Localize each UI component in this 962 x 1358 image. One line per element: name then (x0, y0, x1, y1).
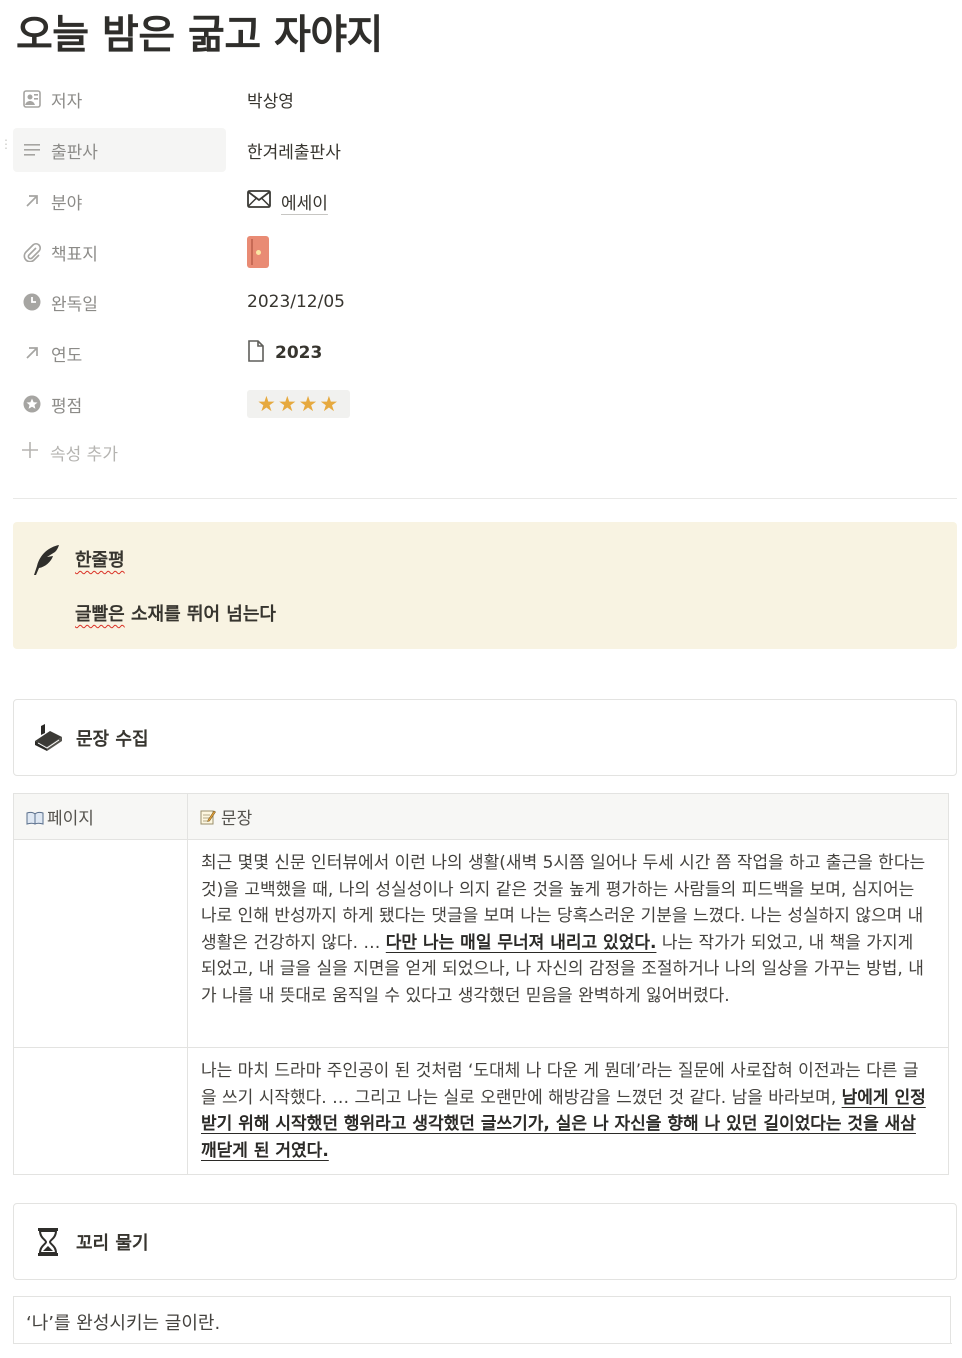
property-label-author[interactable]: 저자 (13, 77, 226, 121)
envelope-icon (247, 189, 271, 213)
property-label-finished-date[interactable]: 완독일 (13, 280, 226, 324)
feather-icon (31, 544, 61, 580)
callout-body: 글빨은 소재를 뛰어 넘는다 (75, 604, 276, 625)
property-row-cover[interactable]: 책표지 (13, 230, 933, 274)
table-header-row: 페이지 문장 (13, 793, 949, 840)
property-label-rating[interactable]: 평점 (13, 382, 226, 426)
book-stack-icon (32, 722, 64, 754)
arrow-up-right-icon (21, 190, 43, 212)
property-row-year[interactable]: 연도 2023 (13, 331, 933, 375)
property-label-year[interactable]: 연도 (13, 331, 226, 375)
genre-link[interactable]: 에세이 (281, 189, 328, 214)
column-header-sentence[interactable]: 문장 (187, 793, 949, 840)
property-value-author[interactable]: 박상영 (247, 87, 294, 112)
property-label-genre[interactable]: 분야 (13, 179, 226, 223)
property-row-author[interactable]: 저자 박상영 (13, 77, 933, 121)
column-header-page[interactable]: 페이지 (13, 793, 188, 840)
person-icon (21, 88, 43, 110)
property-value-rating[interactable]: ★★★★ (247, 390, 351, 418)
property-value-genre[interactable]: 에세이 (247, 189, 328, 214)
book-cover-icon[interactable] (247, 236, 269, 268)
rating-stars[interactable]: ★★★★ (247, 390, 351, 418)
document-icon (247, 339, 265, 367)
quotes-table: 페이지 문장 최근 몇몇 신문 인터뷰에서 이런 나의 생활(새벽 5시쯤 일어… (13, 793, 949, 1175)
property-value-finished-date[interactable]: 2023/12/05 (247, 292, 345, 312)
plus-icon (20, 440, 40, 465)
divider (13, 498, 957, 499)
star-circle-icon (21, 393, 43, 415)
clock-icon (21, 291, 43, 313)
property-value-cover[interactable] (247, 236, 269, 268)
sentence-cell[interactable]: 나는 마치 드라마 주인공이 된 것처럼 ‘도대체 나 다운 게 뭔데’라는 질… (187, 1047, 949, 1175)
follow-up-text-block[interactable]: ‘나’를 완성시키는 글이란. (13, 1296, 952, 1344)
open-book-icon (26, 810, 44, 825)
paperclip-icon (21, 241, 43, 263)
page-cell[interactable] (13, 839, 188, 1048)
property-row-genre[interactable]: 분야 에세이 (13, 179, 933, 223)
year-link[interactable]: 2023 (275, 343, 322, 363)
callout-title: 한줄평 (75, 550, 125, 571)
text-lines-icon (21, 139, 43, 161)
sentence-cell[interactable]: 최근 몇몇 신문 인터뷰에서 이런 나의 생활(새벽 5시쯤 일어나 두세 시간… (187, 839, 949, 1048)
divider (14, 1343, 952, 1344)
page-title[interactable]: 오늘 밤은 굶고 자야지 (16, 2, 383, 60)
property-value-year[interactable]: 2023 (247, 339, 322, 367)
table-row[interactable]: 최근 몇몇 신문 인터뷰에서 이런 나의 생활(새벽 5시쯤 일어나 두세 시간… (13, 839, 949, 1048)
one-line-review-callout[interactable]: 한줄평 글빨은 소재를 뛰어 넘는다 (13, 522, 957, 649)
hourglass-icon (32, 1226, 64, 1258)
property-value-publisher[interactable]: 한겨레출판사 (247, 138, 341, 163)
follow-up-thoughts-header[interactable]: 꼬리 물기 (13, 1203, 957, 1280)
property-row-finished-date[interactable]: 완독일 2023/12/05 (13, 280, 933, 324)
page-cell[interactable] (13, 1047, 188, 1175)
property-row-rating[interactable]: 평점 ★★★★ (13, 382, 933, 426)
add-property-button[interactable]: 속성 추가 (20, 440, 118, 465)
table-row[interactable]: 나는 마치 드라마 주인공이 된 것처럼 ‘도대체 나 다운 게 뭔데’라는 질… (13, 1047, 949, 1175)
property-label-publisher[interactable]: 출판사 (13, 128, 226, 172)
drag-handle-icon[interactable]: ⋮ (0, 138, 12, 158)
memo-icon (200, 809, 218, 825)
sentence-collection-header[interactable]: 문장 수집 (13, 699, 957, 776)
property-label-cover[interactable]: 책표지 (13, 230, 226, 274)
arrow-up-right-icon (21, 342, 43, 364)
follow-up-text[interactable]: ‘나’를 완성시키는 글이란. (26, 1313, 220, 1334)
property-row-publisher[interactable]: ⋮ 출판사 한겨레출판사 (0, 128, 933, 172)
